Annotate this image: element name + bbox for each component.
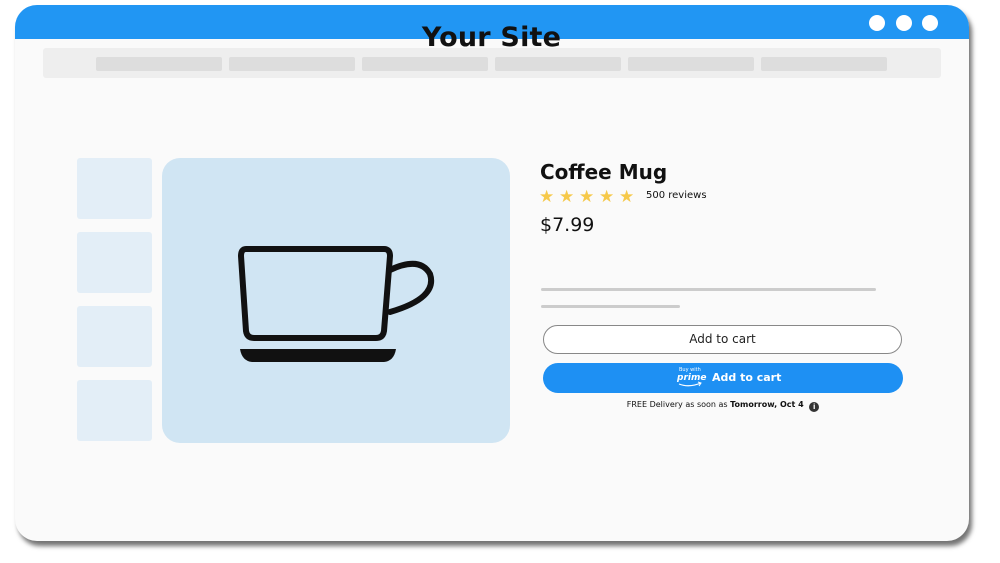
- buy-with-prime-button[interactable]: Buy with prime Add to cart: [543, 363, 903, 393]
- star-icon: ★: [579, 187, 595, 207]
- product-title: Coffee Mug: [540, 160, 668, 184]
- coffee-cup-icon: [238, 246, 435, 362]
- nav-tab-placeholder[interactable]: [362, 57, 488, 71]
- nav-tab-placeholder[interactable]: [495, 57, 621, 71]
- prime-add-to-cart-label: Add to cart: [712, 371, 782, 384]
- product-main-image[interactable]: [162, 158, 510, 443]
- product-thumbnail[interactable]: [77, 380, 152, 441]
- star-icon: ★: [619, 187, 635, 207]
- browser-window: Your Site Coffee Mug ★ ★ ★ ★ ★ 500 revie…: [15, 5, 969, 541]
- prime-logo: Buy with prime: [677, 367, 706, 389]
- info-icon[interactable]: i: [809, 402, 820, 412]
- delivery-message: FREE Delivery as soon as Tomorrow, Oct 4…: [543, 400, 903, 412]
- nav-tab-placeholder[interactable]: [229, 57, 355, 71]
- delivery-prefix: FREE Delivery as soon as: [626, 400, 728, 409]
- description-placeholder-line: [541, 288, 876, 291]
- prime-smile-icon: [678, 381, 702, 387]
- add-to-cart-button[interactable]: Add to cart: [543, 325, 902, 354]
- star-icon: ★: [539, 187, 555, 207]
- nav-tab-placeholder[interactable]: [96, 57, 222, 71]
- product-price: $7.99: [540, 214, 595, 236]
- nav-tab-placeholder[interactable]: [761, 57, 887, 71]
- review-count[interactable]: 500 reviews: [646, 190, 707, 201]
- nav-tab-placeholder[interactable]: [628, 57, 754, 71]
- star-icon: ★: [559, 187, 575, 207]
- product-thumbnail[interactable]: [77, 232, 152, 293]
- site-title: Your Site: [421, 22, 562, 53]
- description-placeholder-line: [541, 305, 680, 308]
- delivery-date: Tomorrow, Oct 4: [730, 400, 804, 409]
- star-icon: ★: [599, 187, 615, 207]
- product-thumbnail[interactable]: [77, 158, 152, 219]
- product-thumbnail[interactable]: [77, 306, 152, 367]
